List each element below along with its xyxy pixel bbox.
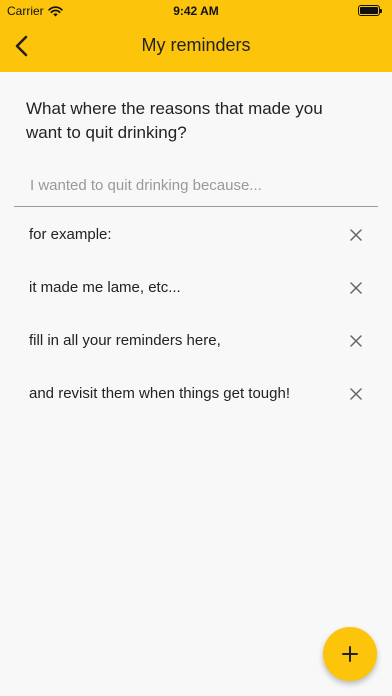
reminder-input[interactable]: [14, 165, 378, 207]
close-icon: [350, 387, 362, 400]
plus-icon: [342, 646, 358, 662]
reminder-text: and revisit them when things get tough!: [29, 385, 290, 402]
reminder-item: and revisit them when things get tough!: [0, 367, 392, 420]
reminder-text: for example:: [29, 226, 112, 243]
navigation-bar: My reminders: [0, 22, 392, 72]
close-icon: [350, 334, 362, 347]
reminder-item: fill in all your reminders here,: [0, 314, 392, 367]
reminder-text: fill in all your reminders here,: [29, 332, 221, 349]
reminder-text: it made me lame, etc...: [29, 279, 181, 296]
reminders-list: for example: it made me lame, etc... fil…: [0, 208, 392, 420]
reasons-question: What where the reasons that made you wan…: [26, 99, 323, 142]
status-bar: Carrier 9:42 AM: [0, 0, 392, 22]
close-icon: [350, 281, 362, 294]
app-header: Carrier 9:42 AM My reminders: [0, 0, 392, 72]
delete-reminder-button[interactable]: [345, 330, 367, 352]
delete-reminder-button[interactable]: [345, 277, 367, 299]
battery-level: [360, 7, 378, 14]
page-title: My reminders: [141, 35, 251, 55]
battery-icon: [358, 5, 382, 16]
delete-reminder-button[interactable]: [345, 383, 367, 405]
close-icon: [350, 228, 362, 241]
delete-reminder-button[interactable]: [345, 224, 367, 246]
reminder-item: it made me lame, etc...: [0, 261, 392, 314]
status-time: 9:42 AM: [173, 4, 219, 18]
add-reminder-button[interactable]: [323, 627, 377, 681]
reminder-item: for example:: [0, 208, 392, 261]
